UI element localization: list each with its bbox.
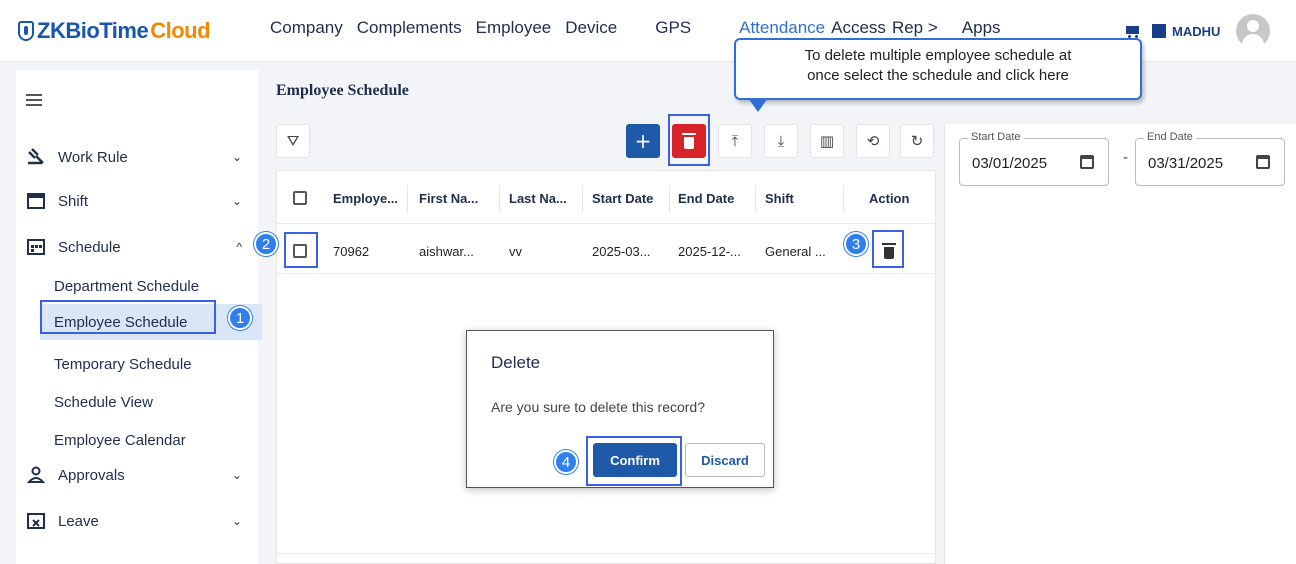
highlight-row-delete [872,230,904,268]
header-last-name[interactable]: Last Na... [509,191,567,206]
columns-icon: ▥ [819,132,835,150]
select-all-checkbox[interactable] [293,191,307,205]
add-button[interactable]: + [626,124,660,158]
sidebar-item-temporary-schedule[interactable]: Temporary Schedule [54,350,192,378]
sidebar-item-work-rule[interactable]: Work Rule ⌄ [26,142,248,172]
chevron-down-icon: ⌄ [231,514,242,528]
plus-icon: + [634,129,652,153]
calendar-icon[interactable] [1256,155,1270,169]
date-filter-panel: Start Date 03/01/2025 - End Date 03/31/2… [944,124,1296,564]
nav-gps[interactable]: GPS [655,18,691,38]
step-badge-2: 2 [254,232,278,256]
header-start-date[interactable]: Start Date [592,191,653,206]
step-badge-3: 3 [844,232,868,256]
end-date-field[interactable]: End Date 03/31/2025 [1135,131,1285,186]
app-logo[interactable]: ZKBioTime Cloud [18,18,211,44]
callout-pointer [748,98,768,112]
filter-icon: ⛛ [286,132,300,150]
calendar-icon[interactable] [1080,155,1094,169]
page-title: Employee Schedule [276,82,409,99]
user-area: MADHU [1124,14,1271,48]
download-icon: ⤓ [777,132,785,150]
sidebar-item-leave[interactable]: Leave ⌄ [26,506,248,536]
company-icon [1152,24,1166,38]
nav-employee[interactable]: Employee [476,18,552,38]
highlight-confirm [586,436,682,486]
header-action: Action [869,191,910,206]
dialog-title: Delete [491,353,541,372]
collapse-menu-icon[interactable] [26,94,42,108]
nav-attendance[interactable]: Attendance [739,18,825,38]
sidebar-item-schedule-view[interactable]: Schedule View [54,388,153,416]
header-first-name[interactable]: First Na... [419,191,478,206]
chevron-up-icon: ^ [236,240,242,254]
step-badge-1: 1 [228,306,252,330]
sidebar-item-schedule[interactable]: Schedule ^ [26,232,248,262]
highlight-bulk-delete [668,114,710,166]
upload-icon: ⤒ [731,132,739,150]
cart-icon[interactable] [1124,23,1142,39]
columns-button[interactable]: ▥ [810,124,844,158]
sidebar-item-shift[interactable]: Shift ⌄ [26,186,248,216]
header-end-date[interactable]: End Date [678,191,734,206]
chevron-down-icon: ⌄ [231,468,242,482]
calendar-x-icon [26,512,46,530]
filter-button[interactable]: ⛛ [276,124,310,158]
main-nav: Company Complements Employee Device GPS … [270,18,1015,38]
nav-access[interactable]: Access [831,18,886,38]
nav-reports[interactable]: Rep > [892,18,938,38]
user-name[interactable]: MADHU [1172,24,1220,39]
chevron-down-icon: ⌄ [231,194,242,208]
nav-complements[interactable]: Complements [357,18,462,38]
gavel-icon [26,148,46,166]
highlight-employee-schedule [40,300,216,334]
sidebar-item-department-schedule[interactable]: Department Schedule [54,272,199,300]
header-shift[interactable]: Shift [765,191,794,206]
export-button[interactable]: ⤒ [718,124,752,158]
schedule-icon [26,238,46,256]
header-employee[interactable]: Employe... [333,191,398,206]
import-button[interactable]: ⤓ [764,124,798,158]
refresh-icon: ↻ [910,132,924,150]
refresh-button[interactable]: ↻ [900,124,934,158]
step-badge-4: 4 [554,450,578,474]
logo-shield-icon [18,21,34,41]
sidebar-item-employee-calendar[interactable]: Employee Calendar [54,426,186,454]
tooltip-callout: To delete multiple employee schedule at … [734,38,1142,100]
chevron-down-icon: ⌄ [231,150,242,164]
dialog-message: Are you sure to delete this record? [491,399,706,415]
history-button[interactable]: ⟲ [856,124,890,158]
discard-button[interactable]: Discard [685,443,765,477]
nav-company[interactable]: Company [270,18,343,38]
history-icon: ⟲ [866,132,880,150]
calendar-icon [26,192,46,210]
avatar[interactable] [1236,14,1271,48]
nav-apps[interactable]: Apps [962,18,1001,38]
sidebar-item-approvals[interactable]: Approvals ⌄ [26,460,248,490]
start-date-field[interactable]: Start Date 03/01/2025 [959,131,1109,186]
nav-device[interactable]: Device [565,18,617,38]
highlight-row-checkbox [284,232,318,268]
person-icon [26,466,46,484]
